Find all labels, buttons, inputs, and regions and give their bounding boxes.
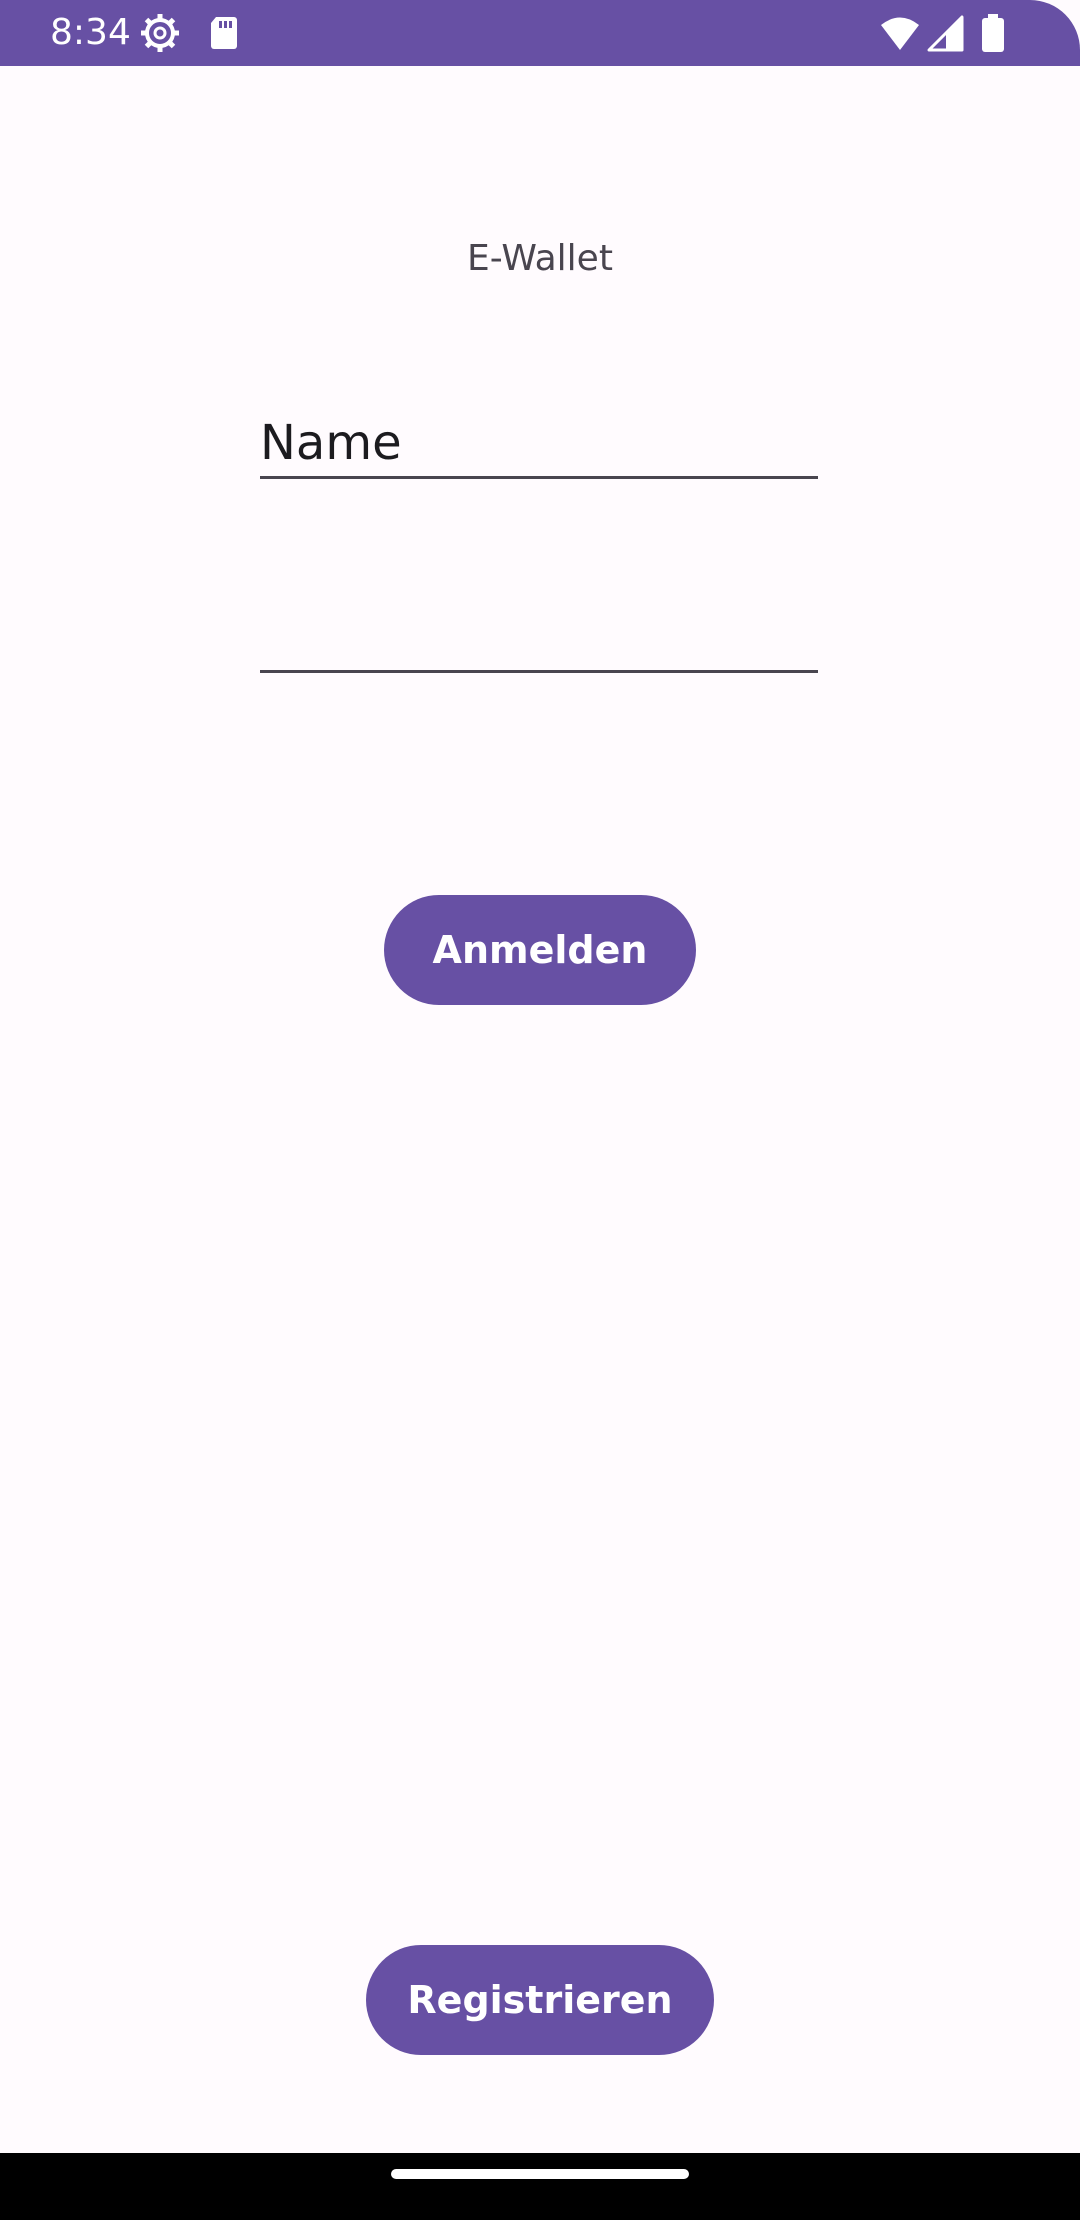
register-button[interactable]: Registrieren xyxy=(366,1945,714,2055)
battery-icon xyxy=(978,13,1008,53)
cell-signal-icon xyxy=(926,14,966,54)
settings-gear-icon xyxy=(140,13,180,53)
app-title: E-Wallet xyxy=(467,238,613,279)
navigation-bar xyxy=(0,2153,1080,2220)
name-input[interactable] xyxy=(260,410,818,479)
login-button[interactable]: Anmelden xyxy=(384,895,696,1005)
sd-card-icon xyxy=(204,13,244,53)
password-input[interactable] xyxy=(260,600,818,673)
status-time: 8:34 xyxy=(50,12,131,53)
status-bar: 8:34 xyxy=(0,0,1080,66)
home-gesture-handle[interactable] xyxy=(391,2169,689,2179)
wifi-icon xyxy=(880,14,920,54)
